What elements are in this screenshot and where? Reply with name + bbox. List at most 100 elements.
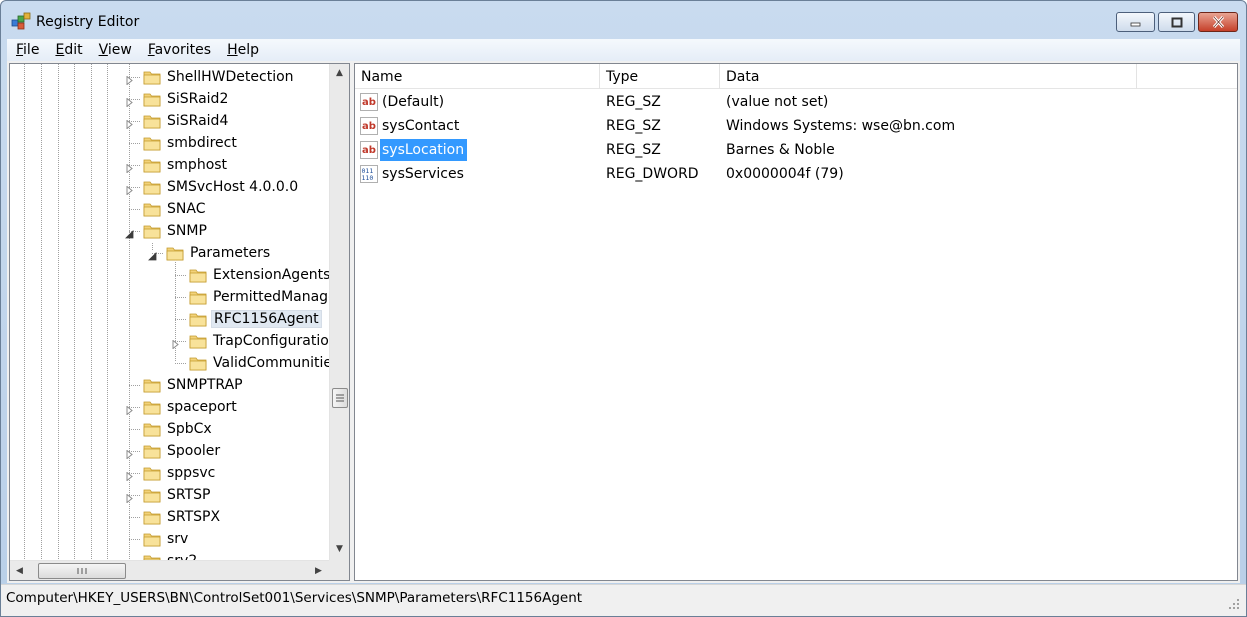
folder-icon bbox=[143, 71, 161, 85]
expand-arrow-icon[interactable] bbox=[125, 161, 134, 174]
folder-icon bbox=[166, 247, 184, 261]
tree-horizontal-scrollbar[interactable]: ◀ ▶ bbox=[10, 560, 329, 580]
close-icon bbox=[1212, 16, 1224, 28]
tree-node[interactable]: SRTSPX bbox=[143, 506, 222, 528]
menu-view[interactable]: View bbox=[90, 42, 139, 58]
expand-arrow-icon[interactable] bbox=[125, 491, 134, 504]
folder-icon bbox=[143, 93, 161, 107]
svg-text:ab: ab bbox=[362, 145, 376, 156]
list-row[interactable]: 011 110 sysServices REG_DWORD 0x0000004f (79… bbox=[355, 162, 1237, 186]
column-header-data[interactable]: Data bbox=[720, 64, 1137, 89]
tree-node-label: RFC1156Agent bbox=[211, 310, 322, 328]
tree-node-label: srv bbox=[167, 531, 189, 547]
menu-file[interactable]: File bbox=[7, 42, 46, 58]
tree-node-label: SNMP bbox=[167, 223, 207, 239]
grip-icon bbox=[77, 568, 87, 574]
menu-favorites[interactable]: Favorites bbox=[139, 42, 218, 58]
value-name: sysLocation bbox=[380, 139, 468, 161]
vertical-scroll-thumb[interactable] bbox=[332, 388, 348, 408]
svg-text:ab: ab bbox=[362, 97, 376, 108]
tree-node[interactable]: smbdirect bbox=[143, 132, 239, 154]
values-list[interactable]: Name Type Data ab (Default) REG_SZ (value n… bbox=[354, 63, 1238, 581]
horizontal-scroll-thumb[interactable] bbox=[38, 563, 126, 579]
column-header-type[interactable]: Type bbox=[600, 64, 720, 89]
list-row[interactable]: ab sysLocation REG_SZ Barnes & Noble bbox=[355, 138, 1237, 162]
tree-node[interactable]: spaceport bbox=[143, 396, 239, 418]
scroll-down-arrow-icon[interactable]: ▼ bbox=[336, 544, 343, 554]
scroll-right-arrow-icon[interactable]: ▶ bbox=[315, 566, 322, 576]
tree-node[interactable]: SMSvcHost 4.0.0.0 bbox=[143, 176, 300, 198]
list-row[interactable]: ab sysContact REG_SZ Windows Systems: wse@b… bbox=[355, 114, 1237, 138]
expand-arrow-icon[interactable] bbox=[125, 447, 134, 460]
tree-node[interactable]: SiSRaid2 bbox=[143, 88, 230, 110]
folder-icon bbox=[143, 159, 161, 173]
tree-node[interactable]: srv bbox=[143, 528, 190, 550]
tree-node[interactable]: Spooler bbox=[143, 440, 222, 462]
menu-edit[interactable]: Edit bbox=[46, 42, 89, 58]
folder-icon bbox=[143, 137, 161, 151]
folder-icon bbox=[143, 445, 161, 459]
menu-help[interactable]: Help bbox=[218, 42, 266, 58]
minimize-icon bbox=[1130, 22, 1140, 27]
tree-node[interactable]: SNAC bbox=[143, 198, 207, 220]
folder-icon bbox=[143, 181, 161, 195]
tree-node-label: spaceport bbox=[167, 399, 237, 415]
string-value-icon: ab bbox=[360, 117, 378, 135]
tree-node[interactable]: SRTSP bbox=[143, 484, 212, 506]
value-data: (value not set) bbox=[726, 94, 829, 110]
column-header-name[interactable]: Name bbox=[355, 64, 600, 89]
tree-vertical-scrollbar[interactable]: ▲ ▼ bbox=[329, 64, 349, 560]
tree-node[interactable]: ExtensionAgents bbox=[189, 264, 332, 286]
registry-editor-icon bbox=[11, 12, 31, 30]
tree-node-label: SNMPTRAP bbox=[167, 377, 243, 393]
expand-arrow-icon[interactable] bbox=[125, 403, 134, 416]
tree-node[interactable]: SiSRaid4 bbox=[143, 110, 230, 132]
minimize-button[interactable] bbox=[1116, 12, 1155, 32]
tree-node[interactable]: Parameters bbox=[166, 242, 272, 264]
tree-node[interactable]: smphost bbox=[143, 154, 229, 176]
tree-node[interactable]: RFC1156Agent bbox=[189, 308, 322, 330]
value-type: REG_SZ bbox=[606, 94, 661, 110]
expand-arrow-icon[interactable] bbox=[125, 117, 134, 130]
collapse-arrow-icon[interactable] bbox=[125, 227, 134, 239]
tree-node-label: ValidCommunities bbox=[213, 355, 340, 371]
tree-node[interactable]: SpbCx bbox=[143, 418, 214, 440]
scroll-up-arrow-icon[interactable]: ▲ bbox=[336, 68, 343, 78]
tree-node[interactable]: ValidCommunities bbox=[189, 352, 341, 374]
expand-arrow-icon[interactable] bbox=[125, 95, 134, 108]
value-data: 0x0000004f (79) bbox=[726, 166, 844, 182]
tree-node-label: SNAC bbox=[167, 201, 206, 217]
folder-icon bbox=[143, 401, 161, 415]
folder-icon bbox=[143, 379, 161, 393]
expand-arrow-icon[interactable] bbox=[125, 469, 134, 482]
grip-icon bbox=[336, 394, 344, 402]
resize-grip-icon[interactable] bbox=[1228, 598, 1240, 610]
tree-node[interactable]: SNMPTRAP bbox=[143, 374, 245, 396]
tree-node[interactable]: ShellHWDetection bbox=[143, 66, 296, 88]
value-type: REG_SZ bbox=[606, 142, 661, 158]
maximize-button[interactable] bbox=[1158, 12, 1195, 32]
close-button[interactable] bbox=[1198, 12, 1238, 32]
title-bar[interactable]: Registry Editor bbox=[1, 1, 1246, 37]
tree-node[interactable]: TrapConfiguration bbox=[189, 330, 340, 352]
tree-node-label: SpbCx bbox=[167, 421, 212, 437]
registry-tree[interactable]: ShellHWDetection SiSRaid2 SiSRaid4 smbdirec… bbox=[9, 63, 350, 581]
maximize-icon bbox=[1171, 17, 1182, 27]
tree-node[interactable]: sppsvc bbox=[143, 462, 217, 484]
menu-bar: File Edit View Favorites Help bbox=[7, 39, 1240, 61]
folder-icon bbox=[143, 511, 161, 525]
main-content: ShellHWDetection SiSRaid2 SiSRaid4 smbdirec… bbox=[7, 61, 1240, 583]
folder-icon bbox=[189, 269, 207, 283]
tree-node[interactable]: PermittedManagers bbox=[189, 286, 349, 308]
tree-node[interactable]: SNMP bbox=[143, 220, 209, 242]
list-row[interactable]: ab (Default) REG_SZ (value not set) bbox=[355, 90, 1237, 114]
scroll-left-arrow-icon[interactable]: ◀ bbox=[16, 566, 23, 576]
tree-node-label: Parameters bbox=[190, 245, 271, 261]
status-bar: Computer\HKEY_USERS\BN\ControlSet001\Ser… bbox=[1, 584, 1246, 616]
expand-arrow-icon[interactable] bbox=[125, 183, 134, 196]
folder-icon bbox=[143, 423, 161, 437]
expand-arrow-icon[interactable] bbox=[171, 337, 180, 350]
collapse-arrow-icon[interactable] bbox=[148, 249, 157, 261]
expand-arrow-icon[interactable] bbox=[125, 73, 134, 86]
folder-icon bbox=[189, 357, 207, 371]
